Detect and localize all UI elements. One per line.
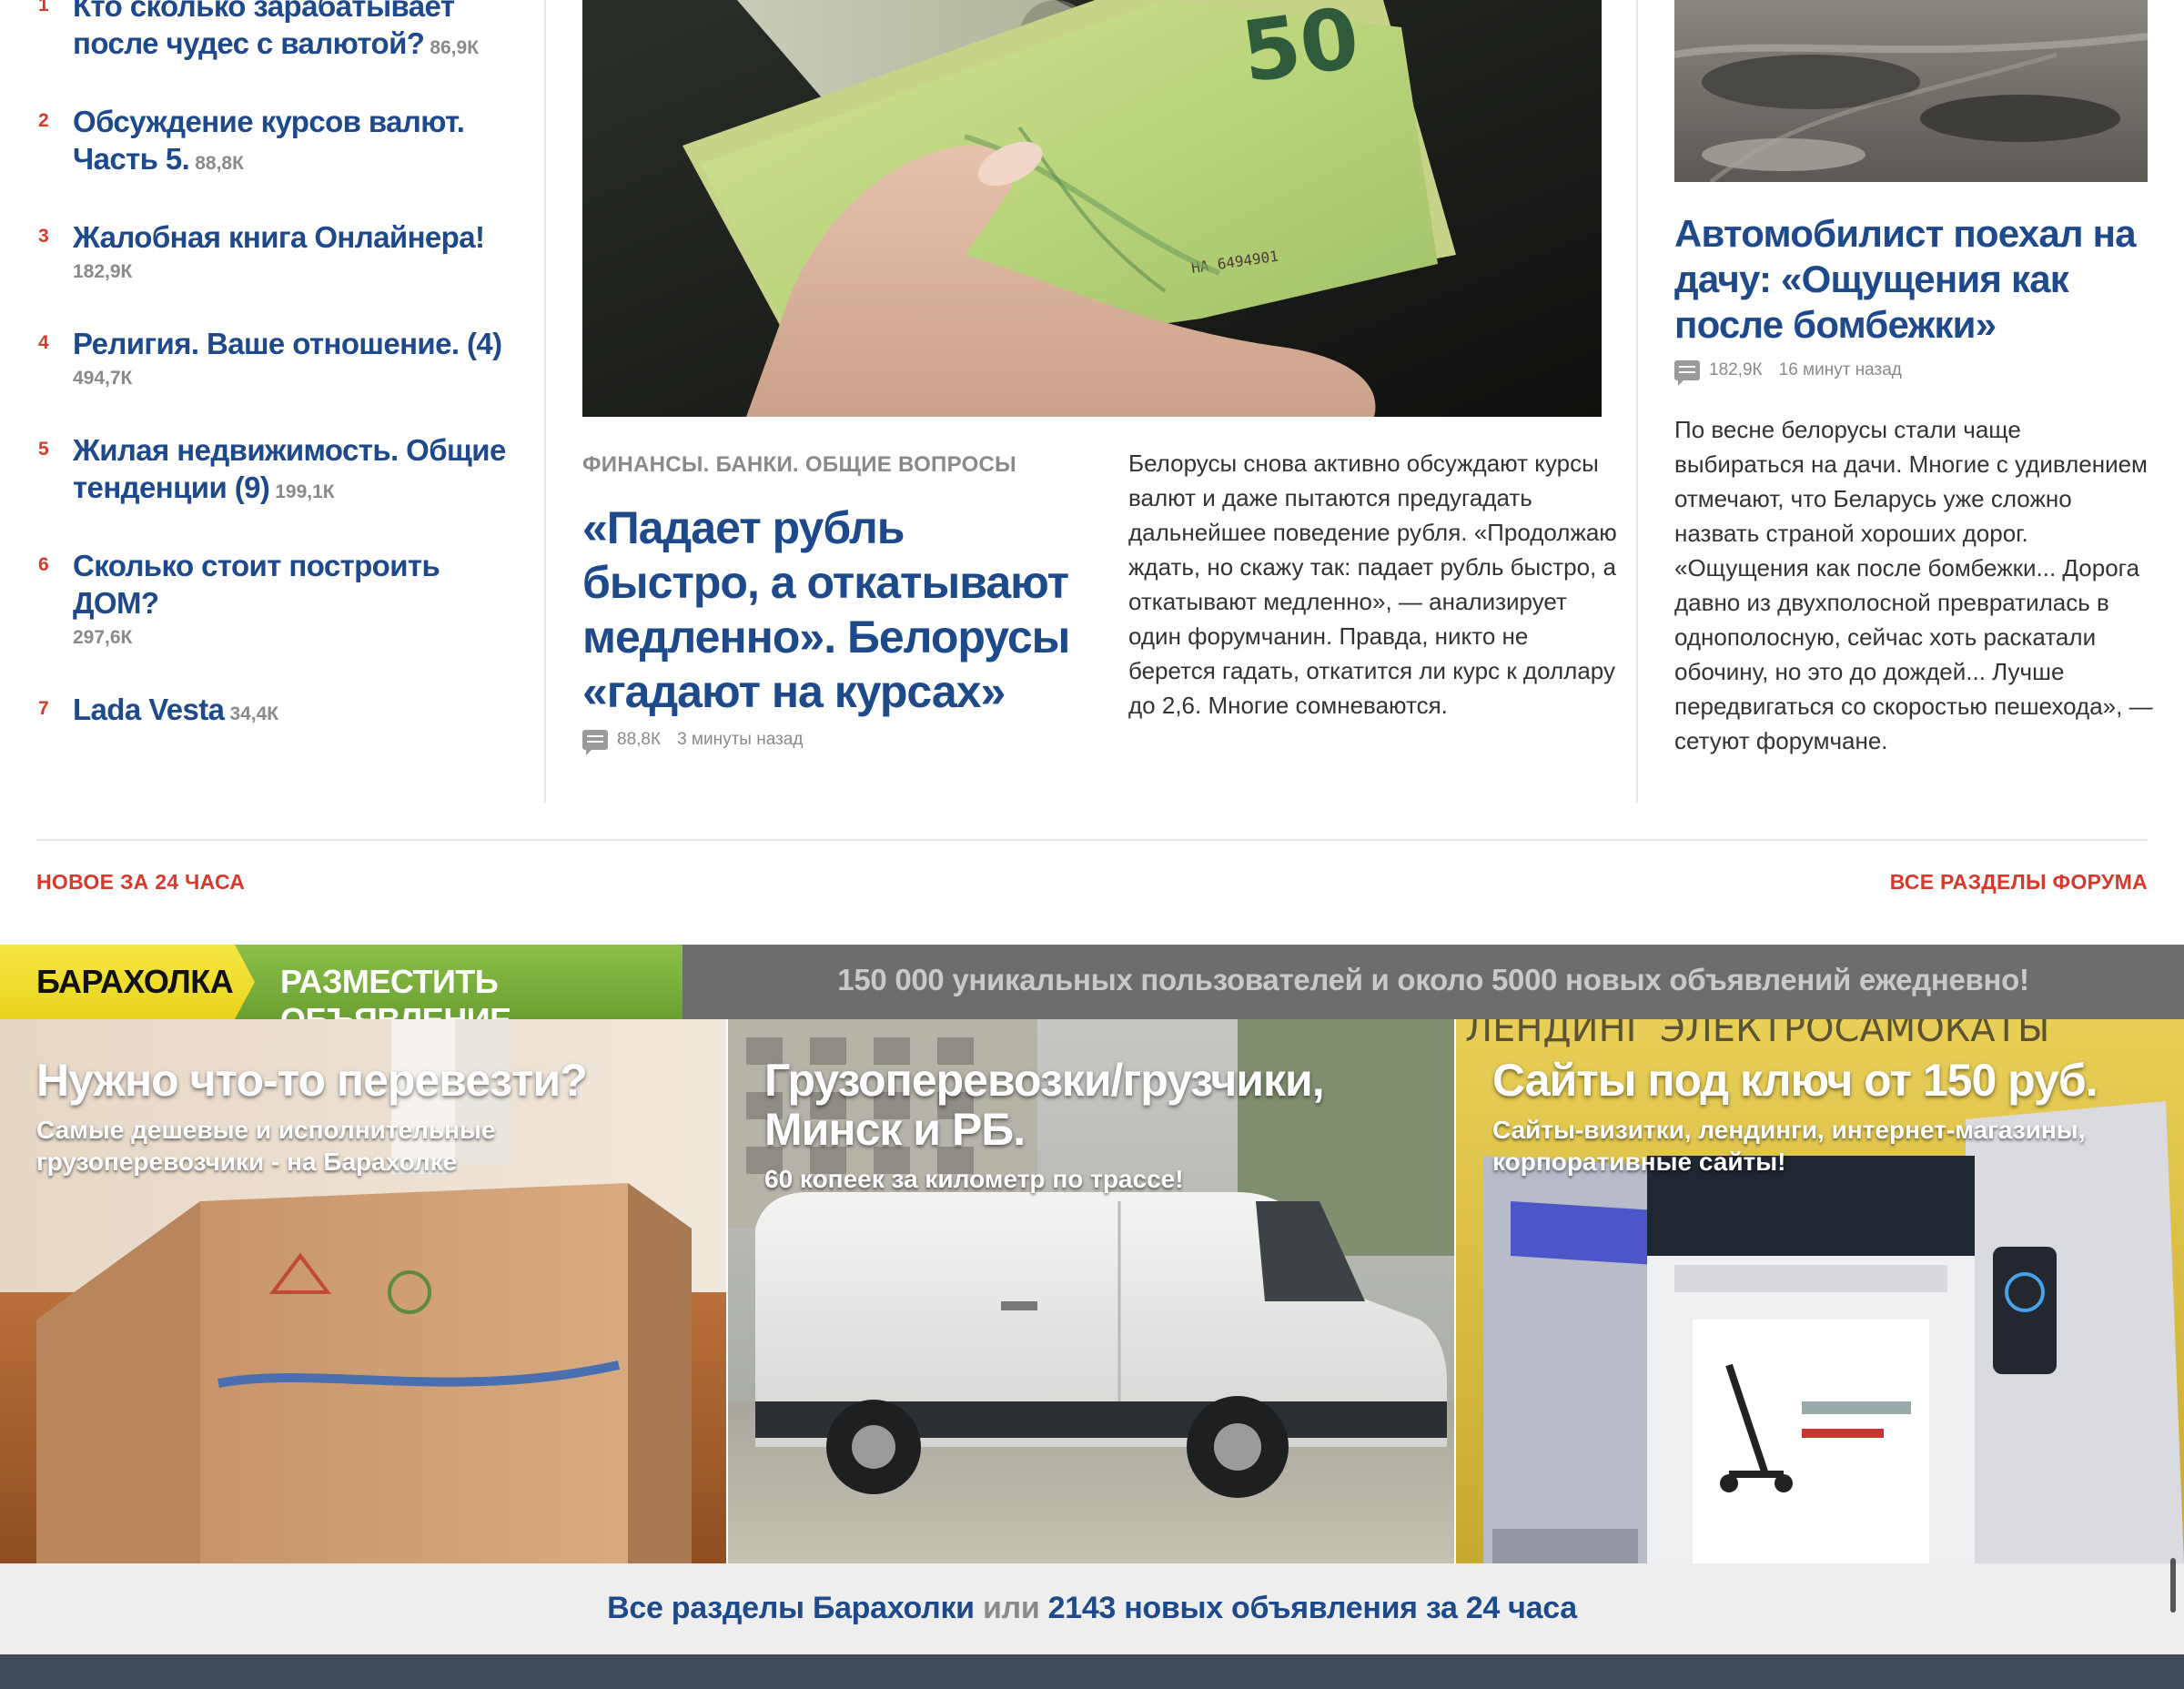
- mockup-banner-text: ЛЕНДИНГ ЭЛЕКТРОСАМОКАТЫ: [1465, 1019, 2049, 1050]
- or-label: или: [982, 1591, 1040, 1625]
- comment-bubble-icon: [1674, 360, 1700, 386]
- column-divider: [1636, 0, 1638, 803]
- article-lead: Белорусы снова активно обсуждают курсы в…: [1128, 450, 1617, 719]
- article-title[interactable]: «Падает рубль быстро, а откатывают медле…: [582, 501, 1092, 719]
- baraholka-logo[interactable]: БАРАХОЛКА: [0, 945, 255, 1019]
- forum-top-item[interactable]: 3 Жалобная книга Онлайнера! 182,9К: [36, 218, 519, 288]
- topic-title[interactable]: Жалобная книга Онлайнера!: [73, 220, 485, 254]
- rank-number: 4: [38, 332, 49, 353]
- new-ads-24h-link[interactable]: 2143 новых объявления за 24 часа: [1048, 1591, 1578, 1625]
- topic-title[interactable]: Lada Vesta: [73, 693, 225, 726]
- post-ad-button[interactable]: РАЗМЕСТИТЬ ОБЪЯВЛЕНИЕ: [235, 945, 682, 1019]
- topic-title[interactable]: Обсуждение курсов валют. Часть 5.: [73, 105, 465, 176]
- baraholka-label: БАРАХОЛКА: [36, 963, 234, 1000]
- view-count: 297,6К: [73, 627, 133, 648]
- forum-top-item[interactable]: 1 Кто сколько зарабатывает после чудес с…: [36, 0, 519, 66]
- publish-time: 3 минуты назад: [677, 730, 804, 749]
- view-count: 182,9К: [73, 261, 133, 282]
- tile-moving[interactable]: Нужно что-то перевезти? Самые дешевые и …: [0, 1019, 726, 1563]
- tile-title: Грузоперевозки/грузчики, Минск и РБ.: [764, 1055, 1325, 1155]
- banknotes-illustration: 50 НА 6494901: [582, 0, 1602, 417]
- tile-title: Сайты под ключ от 150 руб.: [1492, 1055, 2098, 1106]
- scrollbar-thumb[interactable]: [2170, 1558, 2176, 1613]
- tile-subtitle: Сайты-визитки, лендинги, интернет-магази…: [1492, 1116, 2086, 1176]
- all-forum-sections-link[interactable]: ВСЕ РАЗДЕЛЫ ФОРУМА: [1890, 870, 2148, 895]
- tile-subtitle: Самые дешевые и исполнительные грузопере…: [36, 1116, 496, 1176]
- tile-title: Нужно что-то перевезти?: [36, 1055, 588, 1106]
- road-illustration: [1674, 0, 2148, 182]
- forum-top-item[interactable]: 5 Жилая недвижимость. Общие тенденции (9…: [36, 431, 519, 511]
- forum-top-item[interactable]: 4 Религия. Ваше отношение. (4) 494,7К: [36, 325, 519, 395]
- publish-time: 16 минут назад: [1778, 360, 1902, 379]
- forum-top-list: 1 Кто сколько зарабатывает после чудес с…: [36, 0, 519, 769]
- tile-cargo[interactable]: Грузоперевозки/грузчики, Минск и РБ. 60 …: [728, 1019, 1454, 1563]
- forum-top-item[interactable]: 6 Сколько стоит построить ДОМ? 297,6К: [36, 547, 519, 654]
- article-meta: 88,8К 3 минуты назад: [582, 730, 804, 755]
- page: 1 Кто сколько зарабатывает после чудес с…: [0, 0, 2184, 1689]
- topic-title[interactable]: Сколько стоит построить ДОМ?: [73, 549, 440, 620]
- comment-count[interactable]: 88,8К: [617, 730, 661, 750]
- column-divider: [544, 0, 546, 803]
- baraholka-tagline: 150 000 уникальных пользователей и около…: [837, 963, 2029, 996]
- tile-websites[interactable]: ЛЕНДИНГ ЭЛЕКТРОСАМОКАТЫ Сайты под ключ о…: [1456, 1019, 2184, 1563]
- comment-count[interactable]: 182,9К: [1709, 360, 1763, 380]
- view-count: 88,8К: [195, 153, 244, 174]
- side-article-meta: 182,9К 16 минут назад: [1674, 360, 1902, 386]
- section-divider: [36, 839, 2148, 841]
- view-count: 494,7К: [73, 368, 133, 389]
- article-image-banknotes[interactable]: 50 НА 6494901: [582, 0, 1602, 417]
- view-count: 34,4К: [229, 703, 279, 724]
- rank-number: 5: [38, 439, 49, 460]
- baraholka-footer-links: Все разделы Барахолки или 2143 новых объ…: [0, 1563, 2184, 1654]
- topic-title[interactable]: Кто сколько зарабатывает после чудес с в…: [73, 0, 455, 60]
- rank-number: 3: [38, 226, 49, 247]
- new-24h-link[interactable]: НОВОЕ ЗА 24 ЧАСА: [36, 870, 245, 895]
- view-count: 86,9К: [430, 37, 480, 58]
- view-count: 199,1К: [275, 481, 335, 502]
- banknote-value: 50: [1236, 0, 1365, 102]
- all-baraholka-sections-link[interactable]: Все разделы Барахолки: [607, 1591, 975, 1625]
- rank-number: 6: [38, 554, 49, 575]
- topic-title[interactable]: Религия. Ваше отношение. (4): [73, 327, 502, 360]
- baraholka-bar: РАЗМЕСТИТЬ ОБЪЯВЛЕНИЕ БАРАХОЛКА 150 000 …: [0, 945, 2184, 1019]
- comment-bubble-icon: [582, 730, 608, 755]
- article-category[interactable]: ФИНАНСЫ. БАНКИ. ОБЩИЕ ВОПРОСЫ: [582, 452, 1016, 478]
- forum-top-item[interactable]: 7 Lada Vesta 34,4К: [36, 691, 519, 733]
- site-footer: [0, 1654, 2184, 1689]
- tile-subtitle: 60 копеек за километр по трассе!: [764, 1165, 1184, 1193]
- side-article-title[interactable]: Автомобилист поехал на дачу: «Ощущения к…: [1674, 211, 2148, 348]
- rank-number: 7: [38, 698, 49, 719]
- article-image-road[interactable]: [1674, 0, 2148, 182]
- baraholka-tiles: Нужно что-то перевезти? Самые дешевые и …: [0, 1019, 2184, 1563]
- rank-number: 2: [38, 110, 49, 131]
- forum-top-item[interactable]: 2 Обсуждение курсов валют. Часть 5. 88,8К: [36, 103, 519, 182]
- rank-number: 1: [38, 0, 49, 15]
- side-article-lead: По весне белорусы стали чаще выбираться …: [1674, 416, 2153, 754]
